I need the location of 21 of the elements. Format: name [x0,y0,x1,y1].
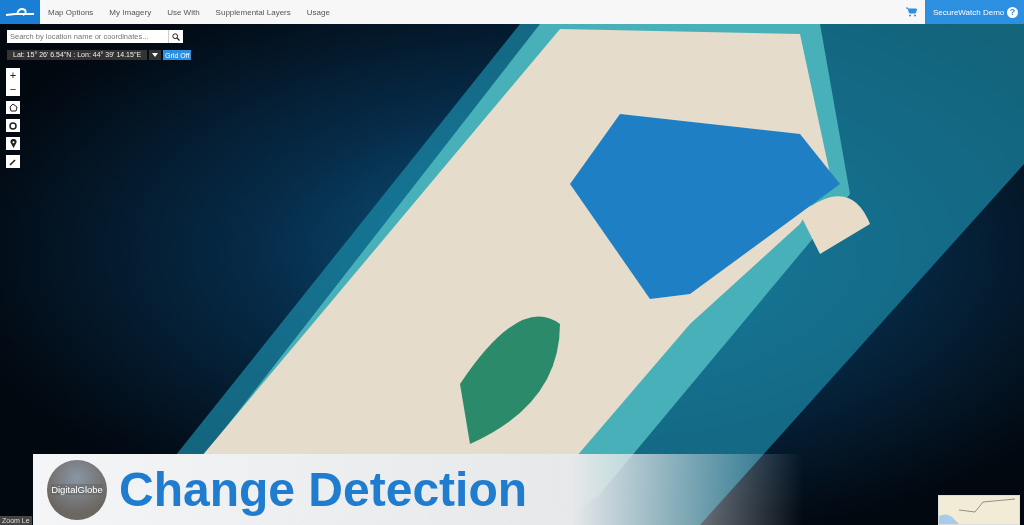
map-pin-icon [9,139,17,148]
caret-icon[interactable] [152,53,159,57]
cart-icon[interactable] [906,7,917,17]
polygon-icon [8,103,18,112]
logo[interactable] [0,0,40,24]
pencil-icon [9,157,17,166]
globe-swoosh-icon [5,5,35,19]
nav-menu-item[interactable]: Supplemental Layers [207,7,299,17]
nav-menu-item[interactable]: Use With [159,7,208,17]
polygon-tool-button[interactable] [6,101,20,114]
pin-tool-button[interactable] [6,137,20,150]
nav-menu-item[interactable]: My Imagery [101,7,160,17]
banner-title: Change Detection [119,462,528,517]
measure-tool-button[interactable] [6,155,20,168]
circle-tool-button[interactable] [6,119,20,132]
nav-menu-item[interactable]: Usage [298,7,338,17]
nav-menu-item[interactable]: Map Options [40,7,102,17]
help-button[interactable]: ? [1007,6,1018,18]
circle-icon [9,121,17,130]
logo-text: DigitalGlobe [51,484,103,495]
search-icon[interactable] [172,32,180,41]
